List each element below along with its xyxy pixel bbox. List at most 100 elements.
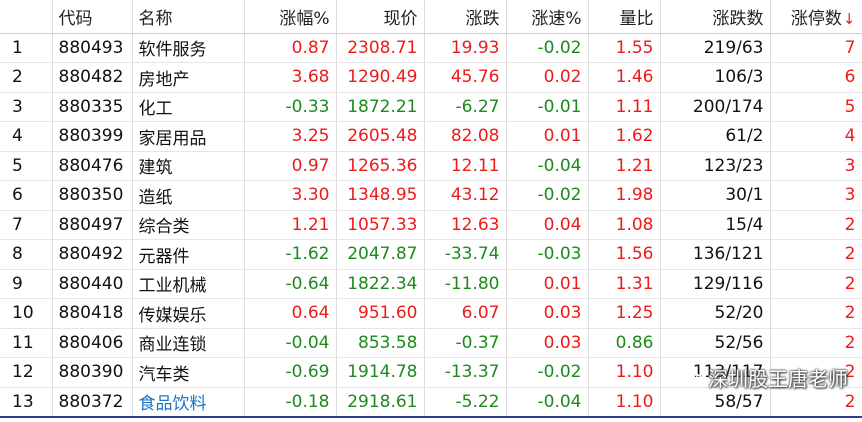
change-pct: 0.87: [244, 33, 337, 63]
volume-ratio: 1.11: [588, 92, 661, 122]
wechat-icon: [680, 368, 704, 386]
speed-pct: 0.03: [506, 328, 589, 358]
stock-code: 880493: [52, 33, 133, 63]
speed-pct: -0.02: [506, 357, 589, 388]
table-row[interactable]: 2 880482 房地产 3.68 1290.49 45.76 0.02 1.46 106/3 6: [0, 62, 862, 93]
stock-code: 880440: [52, 269, 133, 299]
speed-pct: -0.02: [506, 180, 589, 211]
table-row[interactable]: 9 880440 工业机械 -0.64 1822.34 -11.80 0.01 1.31 129…: [0, 269, 862, 299]
table-row[interactable]: 4 880399 家居用品 3.25 2605.48 82.08 0.01 1.62 61/2 4: [0, 121, 862, 152]
sector-name: 工业机械: [132, 269, 245, 299]
sector-name: 汽车类: [132, 357, 245, 388]
table-row[interactable]: 1 880493 软件服务 0.87 2308.71 19.93 -0.02 1.55 219/…: [0, 33, 862, 63]
table-row[interactable]: 10 880418 传媒娱乐 0.64 951.60 6.07 0.03 1.25 52/20 2: [0, 298, 862, 329]
row-index: 3: [0, 92, 53, 122]
sector-name: 房地产: [132, 62, 245, 93]
change-pct: -0.64: [244, 269, 337, 299]
price: 2308.71: [336, 33, 425, 63]
change-pct: -1.62: [244, 239, 337, 270]
change-pct: -0.18: [244, 387, 337, 418]
volume-ratio: 1.46: [588, 62, 661, 93]
sector-name: 家居用品: [132, 121, 245, 152]
stock-code: 880482: [52, 62, 133, 93]
row-index: 5: [0, 151, 53, 181]
change: -0.37: [424, 328, 507, 358]
change-pct: 3.30: [244, 180, 337, 211]
header-index[interactable]: [0, 0, 53, 34]
change: -33.74: [424, 239, 507, 270]
change: 45.76: [424, 62, 507, 93]
change-pct: -0.69: [244, 357, 337, 388]
change: 43.12: [424, 180, 507, 211]
sector-name: 造纸: [132, 180, 245, 211]
sort-desc-icon: ↓: [842, 9, 856, 28]
sector-quote-table: 代码 名称 涨幅% 现价 涨跌 涨速% 量比 涨跌数 涨停数↓ 1 880493 软…: [0, 0, 862, 418]
row-index: 8: [0, 239, 53, 270]
sector-name: 传媒娱乐: [132, 298, 245, 329]
row-index: 13: [0, 387, 53, 418]
volume-ratio: 1.25: [588, 298, 661, 329]
up-down-count: 52/56: [660, 328, 771, 358]
row-index: 9: [0, 269, 53, 299]
price: 2918.61: [336, 387, 425, 418]
limit-up-count: 6: [770, 62, 862, 93]
row-index: 12: [0, 357, 53, 388]
row-index: 4: [0, 121, 53, 152]
price: 1914.78: [336, 357, 425, 388]
speed-pct: 0.02: [506, 62, 589, 93]
up-down-count: 106/3: [660, 62, 771, 93]
change-pct: 0.64: [244, 298, 337, 329]
price: 1057.33: [336, 210, 425, 240]
up-down-count: 52/20: [660, 298, 771, 329]
up-down-count: 136/121: [660, 239, 771, 270]
limit-up-count: 2: [770, 328, 862, 358]
price: 1290.49: [336, 62, 425, 93]
table-row[interactable]: 11 880406 商业连锁 -0.04 853.58 -0.37 0.03 0.86 52/5…: [0, 328, 862, 358]
stock-code: 880399: [52, 121, 133, 152]
header-name[interactable]: 名称: [132, 0, 245, 34]
watermark: 深圳股王唐老师: [680, 363, 848, 392]
sector-name: 食品饮料: [132, 387, 245, 418]
table-row[interactable]: 6 880350 造纸 3.30 1348.95 43.12 -0.02 1.98 30/1 3: [0, 180, 862, 211]
table-row[interactable]: 3 880335 化工 -0.33 1872.21 -6.27 -0.01 1.11 200/1…: [0, 92, 862, 122]
stock-code: 880418: [52, 298, 133, 329]
price: 951.60: [336, 298, 425, 329]
table-row[interactable]: 5 880476 建筑 0.97 1265.36 12.11 -0.04 1.21 123/23…: [0, 151, 862, 181]
row-index: 7: [0, 210, 53, 240]
table-row[interactable]: 7 880497 综合类 1.21 1057.33 12.63 0.04 1.08 15/4 2: [0, 210, 862, 240]
change-pct: 0.97: [244, 151, 337, 181]
speed-pct: 0.03: [506, 298, 589, 329]
table-row[interactable]: 8 880492 元器件 -1.62 2047.87 -33.74 -0.03 1.56 136…: [0, 239, 862, 270]
volume-ratio: 1.21: [588, 151, 661, 181]
stock-code: 880476: [52, 151, 133, 181]
price: 2605.48: [336, 121, 425, 152]
change-pct: -0.33: [244, 92, 337, 122]
sector-name: 软件服务: [132, 33, 245, 63]
header-up-down-count[interactable]: 涨跌数: [660, 0, 771, 34]
row-index: 2: [0, 62, 53, 93]
speed-pct: -0.03: [506, 239, 589, 270]
price: 853.58: [336, 328, 425, 358]
speed-pct: -0.04: [506, 387, 589, 418]
header-speed[interactable]: 涨速%: [506, 0, 589, 34]
speed-pct: -0.04: [506, 151, 589, 181]
price: 1872.21: [336, 92, 425, 122]
change-pct: 1.21: [244, 210, 337, 240]
price: 1822.34: [336, 269, 425, 299]
header-change-pct[interactable]: 涨幅%: [244, 0, 337, 34]
limit-up-count: 2: [770, 269, 862, 299]
stock-code: 880372: [52, 387, 133, 418]
header-price[interactable]: 现价: [336, 0, 425, 34]
volume-ratio: 0.86: [588, 328, 661, 358]
volume-ratio: 1.31: [588, 269, 661, 299]
header-limit-up-count[interactable]: 涨停数↓: [770, 0, 862, 34]
row-index: 6: [0, 180, 53, 211]
header-change[interactable]: 涨跌: [424, 0, 507, 34]
limit-up-count: 4: [770, 121, 862, 152]
header-volume-ratio[interactable]: 量比: [588, 0, 661, 34]
speed-pct: 0.04: [506, 210, 589, 240]
volume-ratio: 1.62: [588, 121, 661, 152]
sector-name: 化工: [132, 92, 245, 122]
table-header-row: 代码 名称 涨幅% 现价 涨跌 涨速% 量比 涨跌数 涨停数↓: [0, 0, 862, 34]
header-code[interactable]: 代码: [52, 0, 133, 34]
